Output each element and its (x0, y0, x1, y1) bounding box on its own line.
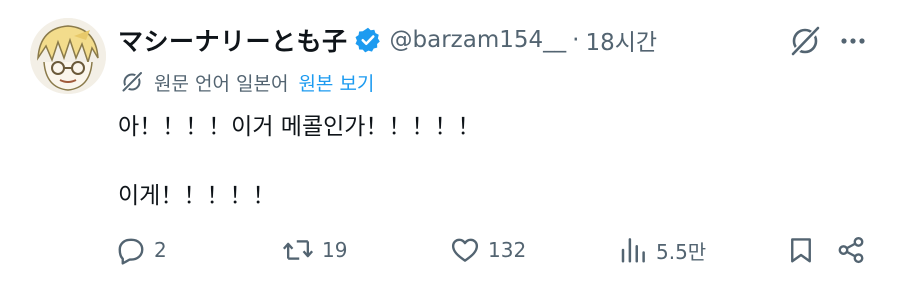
bookmark-button[interactable] (786, 232, 816, 268)
retweet-icon (282, 235, 314, 265)
user-handle[interactable]: @barzam154__ (390, 27, 567, 53)
retweet-button[interactable]: 19 (282, 232, 347, 268)
view-count: 5.5만 (656, 239, 707, 264)
like-button[interactable]: 132 (450, 232, 526, 268)
more-icon[interactable] (838, 26, 868, 56)
like-count: 132 (488, 238, 527, 262)
show-original-link[interactable]: 원본 보기 (298, 69, 374, 96)
separator-dot: · (572, 27, 580, 53)
display-name[interactable]: マシーナリーとも子 (118, 22, 348, 58)
tweet-text-line: 아！！！！이거 메콜인가！！！！！ (118, 114, 481, 140)
heart-icon (450, 235, 480, 265)
reply-count: 2 (154, 238, 167, 262)
timestamp[interactable]: 18시간 (585, 23, 657, 57)
reply-button[interactable]: 2 (116, 232, 167, 268)
translation-notice: 원문 언어 일본어 원본 보기 (120, 66, 374, 98)
views-icon (618, 235, 648, 265)
bookmark-icon (786, 235, 816, 265)
tweet-actions: 2 19 132 5.5만 (0, 232, 900, 268)
views-button[interactable]: 5.5만 (618, 232, 706, 268)
share-button[interactable] (836, 232, 866, 268)
verified-badge-icon (354, 26, 382, 54)
retweet-count: 19 (322, 238, 348, 262)
tweet-header: マシーナリーとも子 @barzam154__ · 18시간 (118, 20, 657, 60)
translation-label: 원문 언어 일본어 (154, 72, 289, 95)
translate-icon (120, 70, 144, 94)
tweet-text-line: 이게！！！！！ (118, 183, 276, 209)
share-icon (836, 235, 866, 265)
tweet[interactable]: マシーナリーとも子 @barzam154__ · 18시간 원문 언어 일본어 … (0, 0, 900, 284)
reply-icon (116, 235, 146, 265)
grok-icon[interactable] (788, 24, 822, 58)
avatar[interactable] (30, 18, 106, 94)
